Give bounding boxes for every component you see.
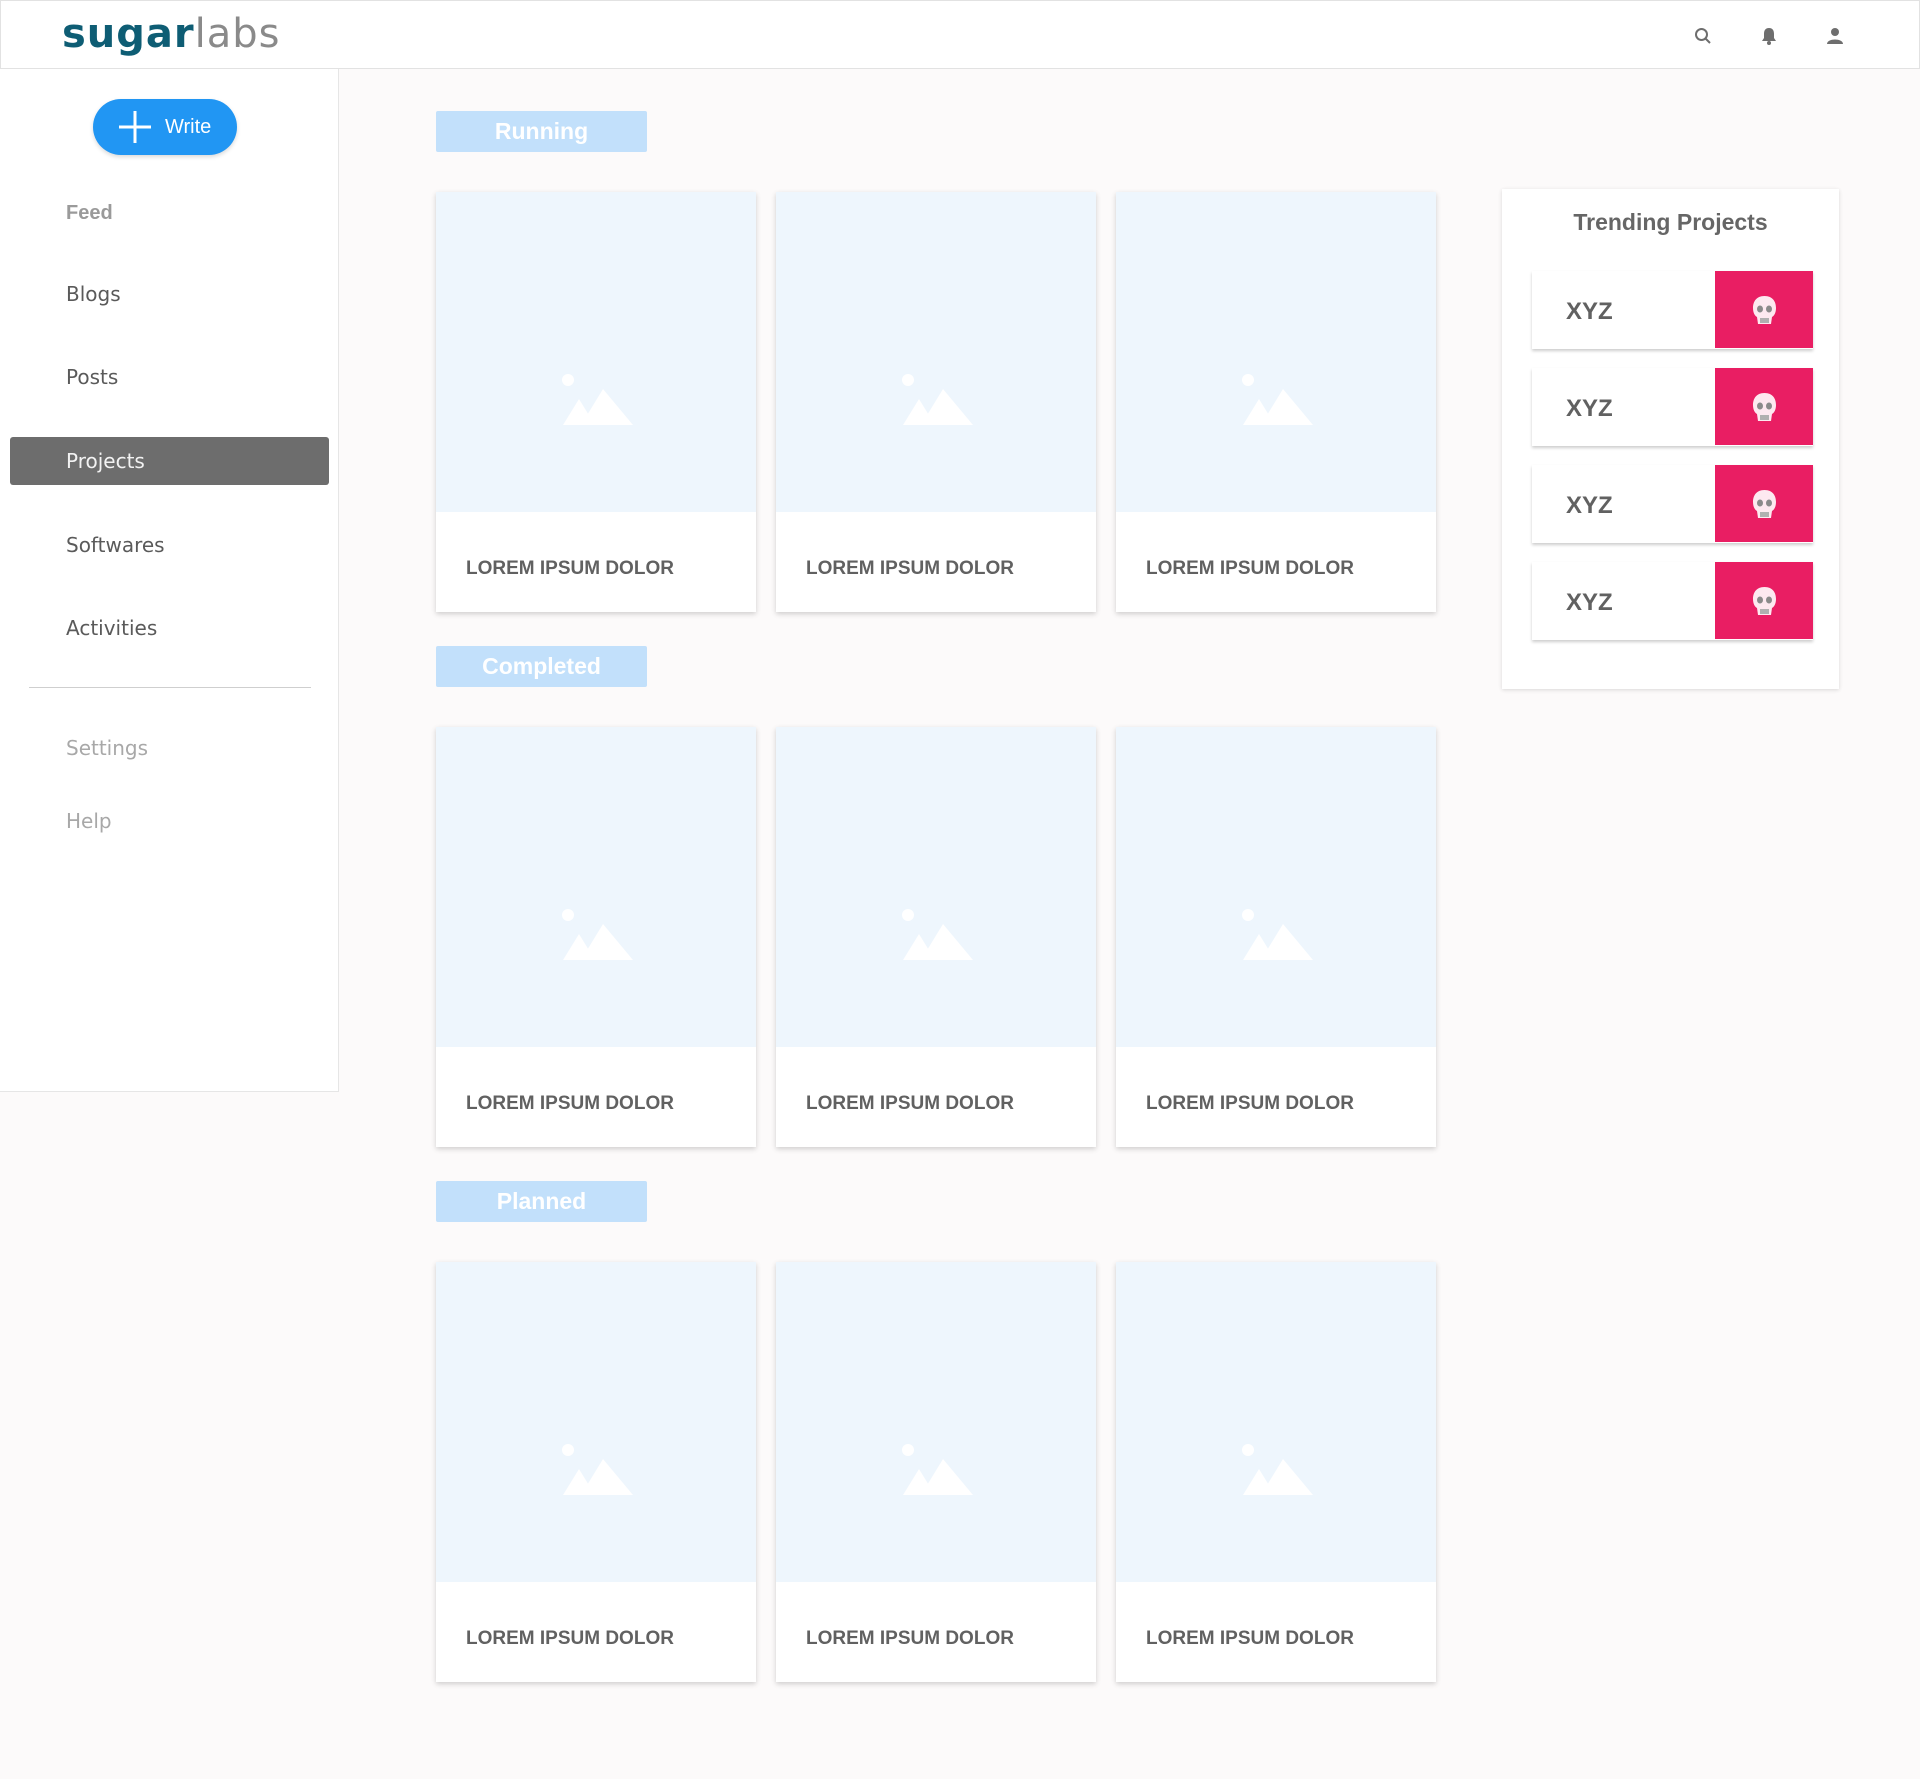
card-title: LOREM IPSUM DOLOR bbox=[1146, 1628, 1354, 1649]
sidebar-item-settings[interactable]: Settings bbox=[10, 724, 329, 772]
image-placeholder-icon bbox=[562, 1444, 633, 1495]
image-placeholder-icon bbox=[562, 909, 633, 960]
trending-item-thumbnail bbox=[1715, 368, 1813, 445]
project-card[interactable]: LOREM IPSUM DOLOR bbox=[776, 1262, 1096, 1682]
trending-item[interactable]: XYZ bbox=[1532, 368, 1813, 446]
card-title: LOREM IPSUM DOLOR bbox=[806, 1093, 1014, 1114]
sidebar-item-softwares[interactable]: Softwares bbox=[10, 521, 329, 569]
logo-part-sugar: sugar bbox=[62, 11, 195, 57]
trending-item-thumbnail bbox=[1715, 271, 1813, 348]
card-image-placeholder bbox=[776, 192, 1096, 512]
project-card[interactable]: LOREM IPSUM DOLOR bbox=[436, 192, 756, 612]
image-placeholder-icon bbox=[902, 1444, 973, 1495]
card-title: LOREM IPSUM DOLOR bbox=[466, 1093, 674, 1114]
trending-item-name: XYZ bbox=[1566, 395, 1613, 422]
card-image-placeholder bbox=[1116, 727, 1436, 1047]
skull-icon bbox=[1753, 296, 1776, 324]
sidebar-divider bbox=[29, 687, 311, 688]
image-placeholder-icon bbox=[1242, 374, 1313, 425]
image-placeholder-icon bbox=[1242, 1444, 1313, 1495]
section-tag-planned: Planned bbox=[436, 1181, 647, 1222]
project-card[interactable]: LOREM IPSUM DOLOR bbox=[1116, 727, 1436, 1147]
trending-projects-title: Trending Projects bbox=[1573, 209, 1768, 235]
logo[interactable]: sugarlabs bbox=[62, 11, 281, 57]
skull-icon bbox=[1753, 393, 1776, 421]
sidebar-item-projects[interactable]: Projects bbox=[10, 437, 329, 485]
logo-part-labs: labs bbox=[194, 11, 281, 57]
write-button[interactable]: Write bbox=[93, 99, 237, 155]
card-image-placeholder bbox=[436, 727, 756, 1047]
sidebar-item-blogs[interactable]: Blogs bbox=[10, 270, 329, 318]
image-placeholder-icon bbox=[1242, 909, 1313, 960]
card-title: LOREM IPSUM DOLOR bbox=[466, 1628, 674, 1649]
project-card[interactable]: LOREM IPSUM DOLOR bbox=[436, 727, 756, 1147]
trending-item-thumbnail bbox=[1715, 465, 1813, 542]
project-card[interactable]: LOREM IPSUM DOLOR bbox=[1116, 192, 1436, 612]
image-placeholder-icon bbox=[902, 374, 973, 425]
bell-icon[interactable] bbox=[1756, 23, 1782, 49]
write-button-label: Write bbox=[165, 116, 212, 138]
section-tag-completed: Completed bbox=[436, 646, 647, 687]
card-image-placeholder bbox=[436, 1262, 756, 1582]
trending-item-thumbnail bbox=[1715, 562, 1813, 639]
trending-item-name: XYZ bbox=[1566, 298, 1613, 325]
skull-icon bbox=[1753, 490, 1776, 518]
project-card[interactable]: LOREM IPSUM DOLOR bbox=[776, 727, 1096, 1147]
card-title: LOREM IPSUM DOLOR bbox=[1146, 558, 1354, 579]
sidebar-item-help[interactable]: Help bbox=[10, 797, 329, 845]
card-image-placeholder bbox=[776, 727, 1096, 1047]
card-title: LOREM IPSUM DOLOR bbox=[806, 558, 1014, 579]
sidebar-item-activities[interactable]: Activities bbox=[10, 604, 329, 652]
plus-icon bbox=[119, 111, 151, 143]
project-card[interactable]: LOREM IPSUM DOLOR bbox=[436, 1262, 756, 1682]
project-card[interactable]: LOREM IPSUM DOLOR bbox=[776, 192, 1096, 612]
trending-item[interactable]: XYZ bbox=[1532, 271, 1813, 349]
card-image-placeholder bbox=[776, 1262, 1096, 1582]
card-image-placeholder bbox=[1116, 1262, 1436, 1582]
card-title: LOREM IPSUM DOLOR bbox=[806, 1628, 1014, 1649]
card-title: LOREM IPSUM DOLOR bbox=[466, 558, 674, 579]
sidebar-item-posts[interactable]: Posts bbox=[10, 353, 329, 401]
card-image-placeholder bbox=[436, 192, 756, 512]
search-icon[interactable] bbox=[1690, 23, 1716, 49]
project-card[interactable]: LOREM IPSUM DOLOR bbox=[1116, 1262, 1436, 1682]
trending-item-name: XYZ bbox=[1566, 589, 1613, 616]
card-title: LOREM IPSUM DOLOR bbox=[1146, 1093, 1354, 1114]
trending-item-name: XYZ bbox=[1566, 492, 1613, 519]
top-header: sugarlabs bbox=[0, 0, 1920, 69]
sidebar: Write Feed Blogs Posts Projects Software… bbox=[0, 69, 339, 1092]
skull-icon bbox=[1753, 587, 1776, 615]
trending-item[interactable]: XYZ bbox=[1532, 562, 1813, 640]
user-icon[interactable] bbox=[1822, 23, 1848, 49]
section-tag-running: Running bbox=[436, 111, 647, 152]
image-placeholder-icon bbox=[902, 909, 973, 960]
trending-item[interactable]: XYZ bbox=[1532, 465, 1813, 543]
trending-projects-panel: Trending Projects XYZ XYZ XYZ XYZ bbox=[1502, 189, 1839, 689]
sidebar-item-feed[interactable]: Feed bbox=[10, 189, 329, 237]
card-image-placeholder bbox=[1116, 192, 1436, 512]
image-placeholder-icon bbox=[562, 374, 633, 425]
